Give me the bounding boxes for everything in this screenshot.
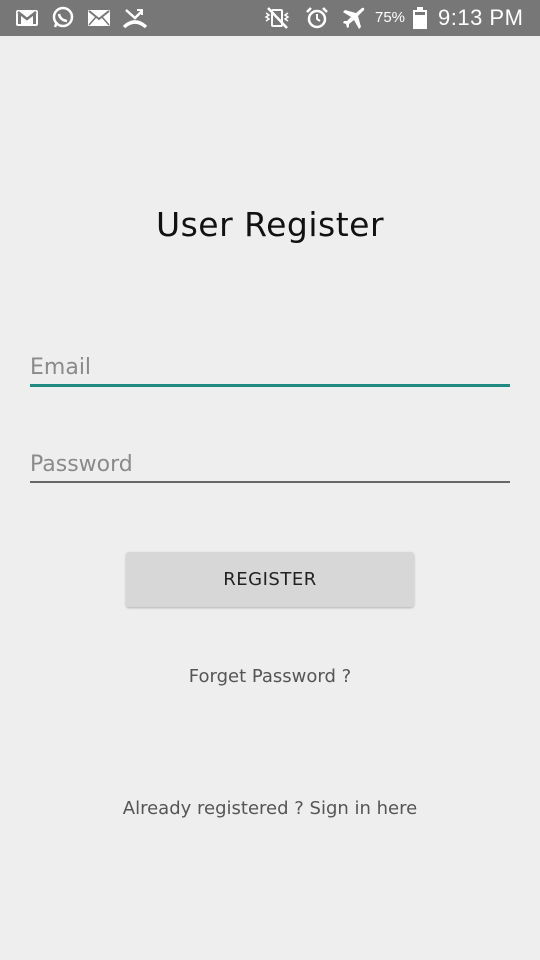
gmail-icon <box>14 5 40 31</box>
battery-icon <box>413 7 427 29</box>
clock: 9:13 PM <box>438 5 524 30</box>
forget-password-link[interactable]: Forget Password ? <box>0 666 540 687</box>
whatsapp-icon <box>50 5 76 31</box>
status-bar: 75% 9:13 PM <box>0 0 540 36</box>
page-title: User Register <box>155 205 385 244</box>
mute-vibrate-icon <box>264 5 290 31</box>
email-field-container <box>30 350 510 387</box>
battery-percentage: 75% <box>375 9 406 26</box>
password-field-container <box>30 447 510 483</box>
airplane-mode-icon <box>341 5 367 31</box>
register-button[interactable]: REGISTER <box>126 552 414 607</box>
missed-call-icon <box>122 5 148 31</box>
email-input[interactable] <box>30 350 510 384</box>
password-input[interactable] <box>30 447 510 481</box>
sign-in-link[interactable]: Already registered ? Sign in here <box>0 798 540 819</box>
alarm-icon <box>304 5 330 31</box>
email-icon <box>86 5 112 31</box>
